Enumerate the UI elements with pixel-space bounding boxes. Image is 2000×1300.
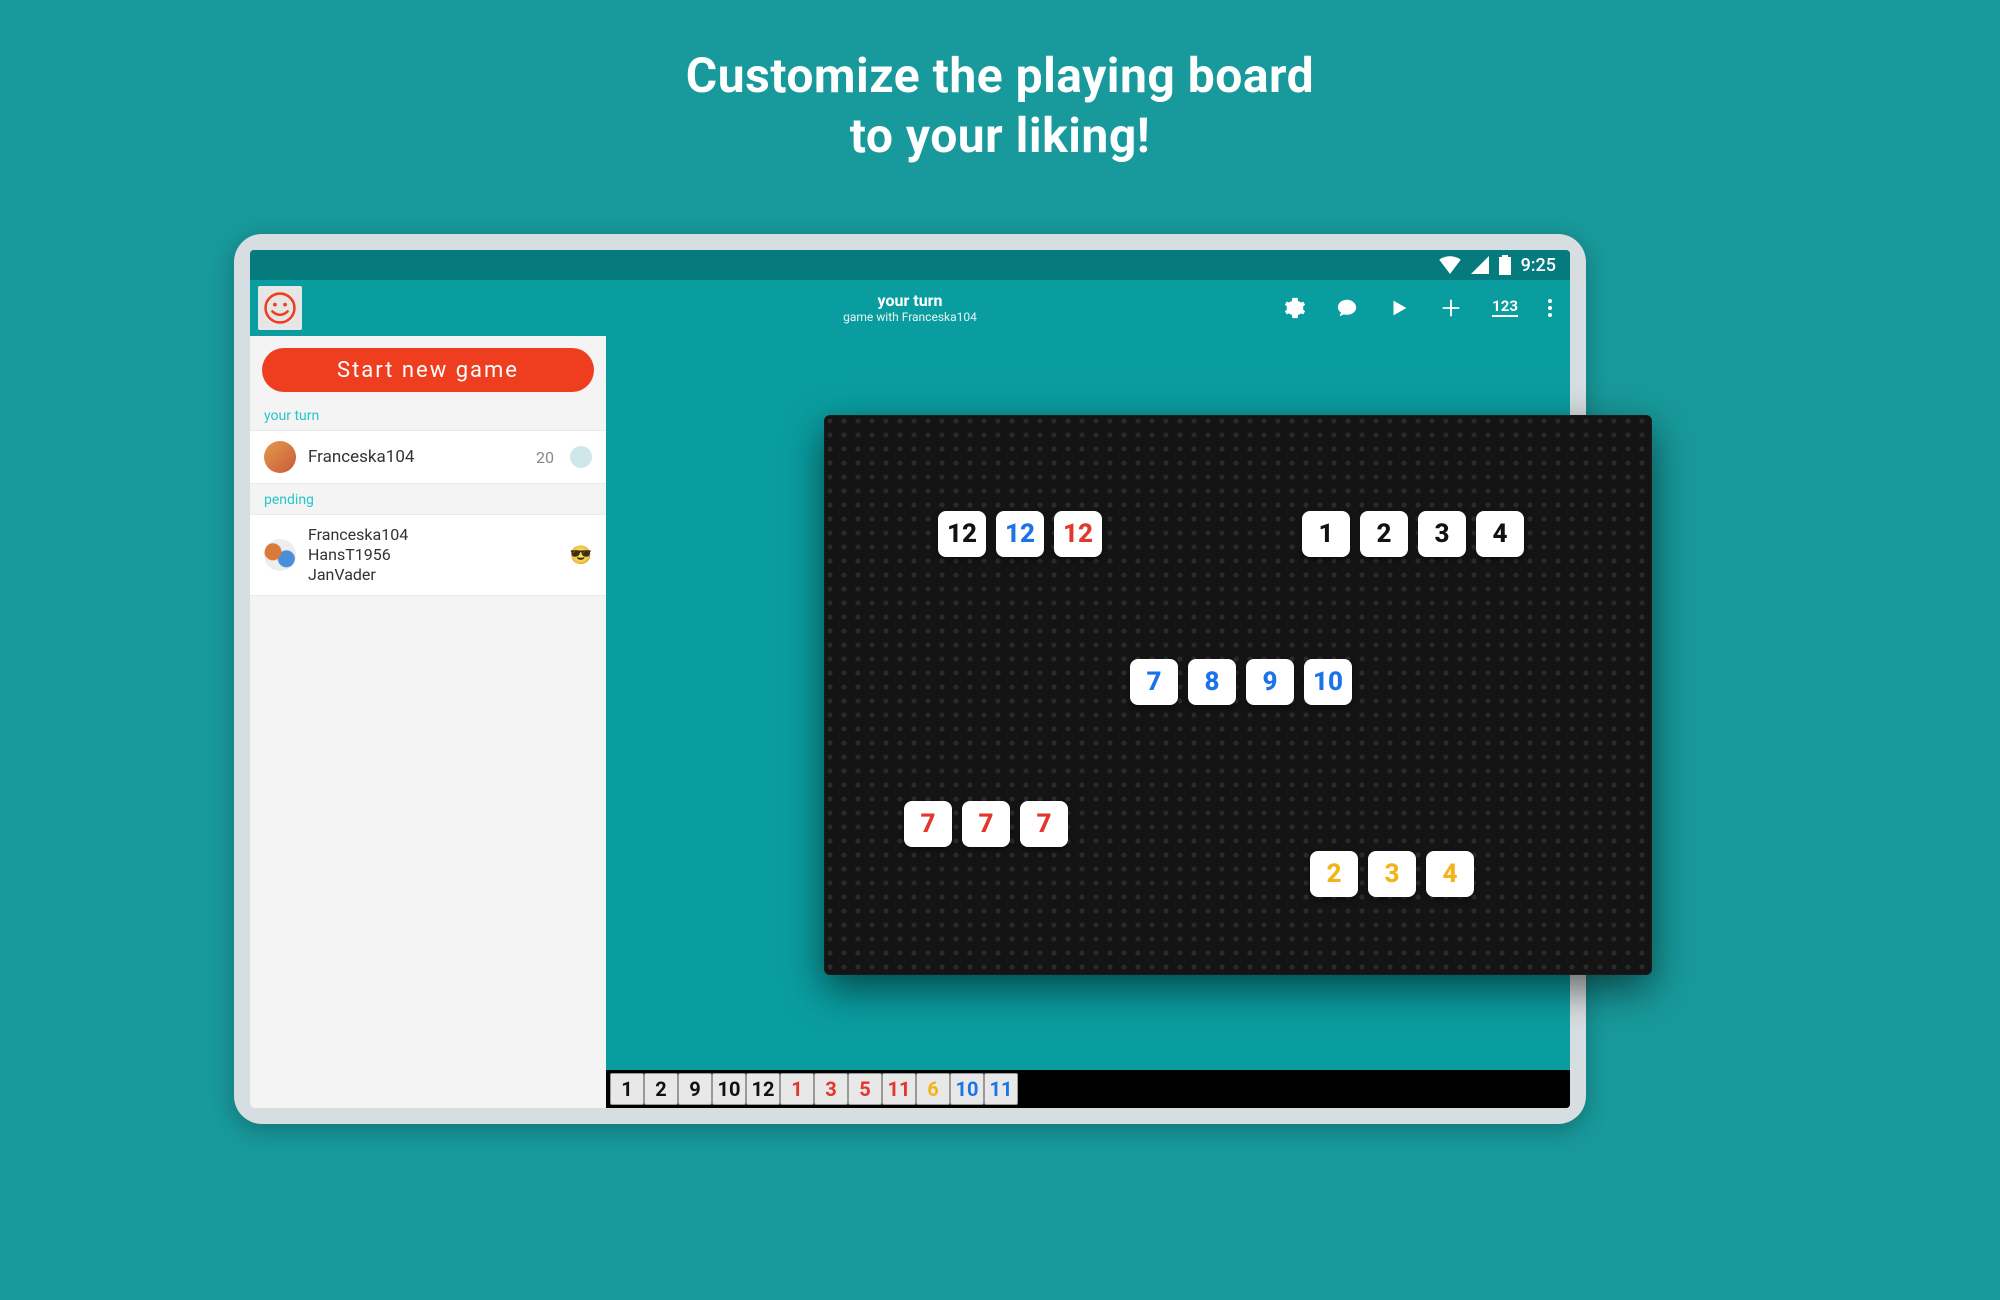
- turn-indicator-icon: [570, 446, 592, 468]
- appbar-subtitle: game with Franceska104: [843, 310, 977, 324]
- rack-tile[interactable]: 3: [814, 1073, 848, 1105]
- board-tile[interactable]: 9: [1246, 659, 1294, 705]
- battery-icon: [1499, 255, 1511, 275]
- pending-player-1: HansT1956: [308, 545, 558, 565]
- group-avatar: [264, 539, 296, 571]
- board-tile[interactable]: 2: [1310, 851, 1358, 897]
- headline-line-2: to your liking!: [0, 106, 2000, 166]
- opponent-name: Franceska104: [308, 447, 524, 467]
- rack-tile[interactable]: 11: [882, 1073, 916, 1105]
- game-board[interactable]: 121212123478910777234: [824, 415, 1652, 975]
- rack-tile[interactable]: 10: [950, 1073, 984, 1105]
- status-time: 9:25: [1521, 255, 1556, 276]
- rack-tile[interactable]: 5: [848, 1073, 882, 1105]
- app-bar: your turn game with Franceska104 123: [250, 280, 1570, 336]
- rack-tile[interactable]: 12: [746, 1073, 780, 1105]
- appbar-title-block: your turn game with Franceska104: [843, 291, 977, 325]
- board-tile[interactable]: 10: [1304, 659, 1352, 705]
- sidebar: Start new game your turn Franceska104 20…: [250, 336, 606, 1108]
- start-new-game-button[interactable]: Start new game: [262, 348, 594, 392]
- board-tile[interactable]: 8: [1188, 659, 1236, 705]
- pending-player-2: JanVader: [308, 565, 558, 585]
- rack-tile[interactable]: 1: [610, 1073, 644, 1105]
- pending-players: Franceska104 HansT1956 JanVader: [308, 525, 558, 585]
- signal-icon: [1471, 256, 1489, 274]
- board-tile[interactable]: 4: [1426, 851, 1474, 897]
- avatar: [264, 441, 296, 473]
- board-tile[interactable]: 7: [1020, 801, 1068, 847]
- board-tile[interactable]: 3: [1368, 851, 1416, 897]
- board-tile[interactable]: 2: [1360, 511, 1408, 557]
- board-tile[interactable]: 12: [938, 511, 986, 557]
- appbar-title: your turn: [843, 291, 977, 310]
- rack-tile[interactable]: 2: [644, 1073, 678, 1105]
- pending-game-row[interactable]: Franceska104 HansT1956 JanVader 😎: [250, 514, 606, 596]
- rack-tile[interactable]: 11: [984, 1073, 1018, 1105]
- board-tile[interactable]: 4: [1476, 511, 1524, 557]
- board-tile[interactable]: 7: [1130, 659, 1178, 705]
- board-tile[interactable]: 1: [1302, 511, 1350, 557]
- headline-line-1: Customize the playing board: [0, 46, 2000, 106]
- game-score: 20: [536, 448, 554, 467]
- settings-icon[interactable]: [1284, 297, 1306, 319]
- rack-tile[interactable]: 6: [916, 1073, 950, 1105]
- plus-icon[interactable]: [1440, 297, 1462, 319]
- appbar-actions: 123: [1284, 297, 1570, 319]
- board-tile[interactable]: 3: [1418, 511, 1466, 557]
- your-turn-game-row[interactable]: Franceska104 20: [250, 430, 606, 484]
- play-icon[interactable]: [1388, 297, 1410, 319]
- board-tile[interactable]: 12: [1054, 511, 1102, 557]
- rack-tile[interactable]: 1: [780, 1073, 814, 1105]
- app-logo[interactable]: [258, 286, 302, 330]
- marketing-headline: Customize the playing board to your liki…: [0, 0, 2000, 166]
- board-tile[interactable]: 7: [904, 801, 952, 847]
- chat-icon[interactable]: [1336, 297, 1358, 319]
- rack-tile[interactable]: 9: [678, 1073, 712, 1105]
- pending-player-0: Franceska104: [308, 525, 558, 545]
- board-tile[interactable]: 12: [996, 511, 1044, 557]
- section-pending-label: pending: [250, 484, 606, 514]
- tile-rack[interactable]: 12910121351161011: [606, 1070, 1570, 1108]
- rack-tile[interactable]: 10: [712, 1073, 746, 1105]
- wifi-icon: [1439, 256, 1461, 274]
- overflow-menu-icon[interactable]: [1548, 299, 1552, 317]
- board-tile[interactable]: 7: [962, 801, 1010, 847]
- cool-emoji-icon: 😎: [570, 545, 592, 566]
- sort-123-button[interactable]: 123: [1492, 299, 1518, 317]
- android-status-bar: 9:25: [250, 250, 1570, 280]
- section-your-turn-label: your turn: [250, 400, 606, 430]
